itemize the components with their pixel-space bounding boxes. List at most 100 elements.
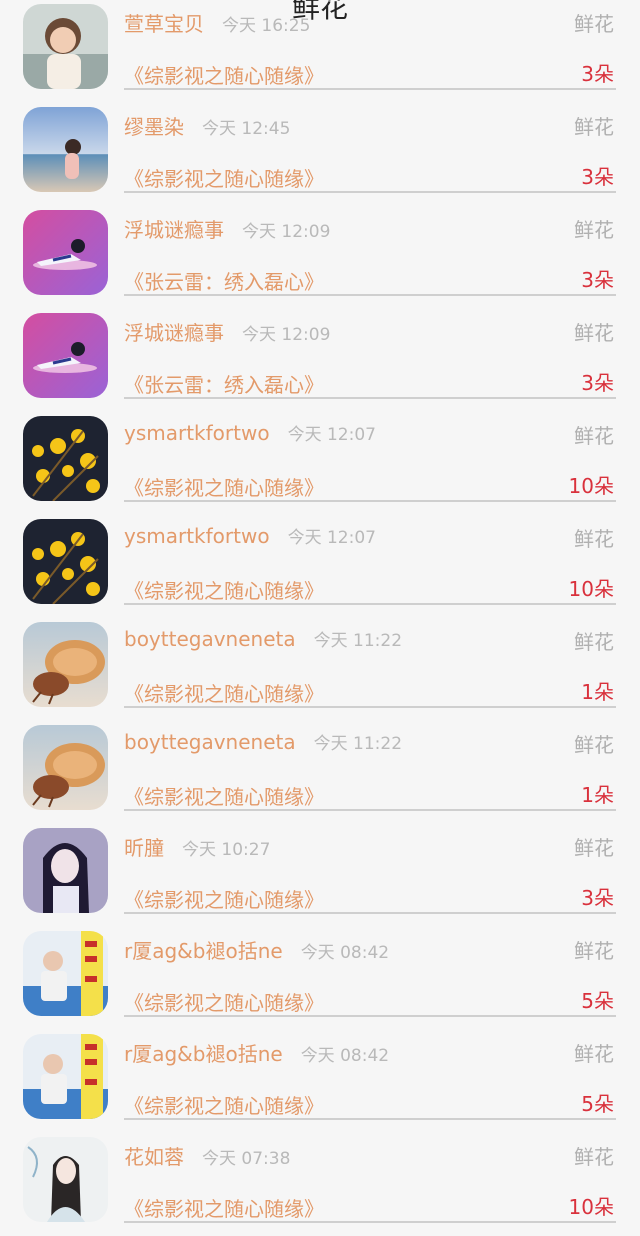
work-title-link[interactable]: 《综影视之随心随缘》 <box>124 987 324 1016</box>
timestamp: 今天 16:25 <box>222 16 311 36</box>
work-title-link[interactable]: 《张云雷：绣入磊心》 <box>124 266 324 295</box>
gift-type-label: 鲜花 <box>574 115 614 139</box>
gift-type-label: 鲜花 <box>574 1145 614 1169</box>
list-item[interactable]: 昕朣 今天 10:27 鲜花 《综影视之随心随缘》 3朵 <box>0 824 640 927</box>
work-title-link[interactable]: 《综影视之随心随缘》 <box>124 884 324 913</box>
work-title-link[interactable]: 《综影视之随心随缘》 <box>124 163 324 192</box>
sender-name[interactable]: r厦ag&b褪o括ne 今天 08:42 <box>124 1038 389 1067</box>
sender-name[interactable]: 花如蓉 今天 07:38 <box>124 1141 290 1170</box>
avatar-hermit-crab[interactable] <box>23 725 108 810</box>
list-item[interactable]: 萱草宝贝 今天 16:25 鲜花 《综影视之随心随缘》 3朵 <box>0 0 640 103</box>
sender-name[interactable]: 萱草宝贝 今天 16:25 <box>124 8 310 37</box>
sender-name-text: boyttegavneneta <box>124 627 296 651</box>
flower-count: 10朵 <box>568 474 614 498</box>
avatar-ink-painting-girl[interactable] <box>23 1137 108 1222</box>
work-title-link[interactable]: 《综影视之随心随缘》 <box>124 678 324 707</box>
gift-type-label: 鲜花 <box>574 527 614 551</box>
avatar-yellow-flowers[interactable] <box>23 519 108 604</box>
flower-count: 1朵 <box>581 680 614 704</box>
sender-name[interactable]: 浮城谜瘾事 今天 12:09 <box>124 214 330 243</box>
divider <box>124 500 616 502</box>
flower-count: 5朵 <box>581 1092 614 1116</box>
sender-name-text: r厦ag&b褪o括ne <box>124 939 283 963</box>
timestamp: 今天 12:09 <box>242 222 331 242</box>
work-title-link[interactable]: 《综影视之随心随缘》 <box>124 781 324 810</box>
sender-name-text: 昕朣 <box>124 836 164 860</box>
timestamp: 今天 12:09 <box>242 325 331 345</box>
list-item[interactable]: 浮城谜瘾事 今天 12:09 鲜花 《张云雷：绣入磊心》 3朵 <box>0 309 640 412</box>
work-title-link[interactable]: 《张云雷：绣入磊心》 <box>124 369 324 398</box>
timestamp: 今天 12:07 <box>287 425 376 445</box>
list-item[interactable]: r厦ag&b褪o括ne 今天 08:42 鲜花 《综影视之随心随缘》 5朵 <box>0 1030 640 1133</box>
avatar-anime-girl[interactable] <box>23 828 108 913</box>
divider <box>124 191 616 193</box>
gift-type-label: 鲜花 <box>574 218 614 242</box>
timestamp: 今天 11:22 <box>313 631 403 651</box>
timestamp: 今天 12:45 <box>202 119 291 139</box>
work-title-link[interactable]: 《综影视之随心随缘》 <box>124 575 324 604</box>
work-title-link[interactable]: 《综影视之随心随缘》 <box>124 472 324 501</box>
sender-name[interactable]: ysmartkfortwo 今天 12:07 <box>124 420 376 445</box>
divider <box>124 809 616 811</box>
list-item[interactable]: boyttegavneneta 今天 11:22 鲜花 《综影视之随心随缘》 1朵 <box>0 618 640 721</box>
timestamp: 今天 11:22 <box>313 734 403 754</box>
work-title-link[interactable]: 《综影视之随心随缘》 <box>124 1193 324 1222</box>
divider <box>124 706 616 708</box>
list-item[interactable]: 缪墨染 今天 12:45 鲜花 《综影视之随心随缘》 3朵 <box>0 103 640 206</box>
avatar-pink-cartoon[interactable] <box>23 210 108 295</box>
timestamp: 今天 08:42 <box>300 1046 390 1066</box>
work-title-link[interactable]: 《综影视之随心随缘》 <box>124 60 324 89</box>
sender-name-text: 花如蓉 <box>124 1145 184 1169</box>
gift-type-label: 鲜花 <box>574 1042 614 1066</box>
avatar-poster-boy[interactable] <box>23 1034 108 1119</box>
gift-type-label: 鲜花 <box>574 321 614 345</box>
divider <box>124 1221 616 1223</box>
sender-name-text: ysmartkfortwo <box>124 524 270 548</box>
sender-name[interactable]: r厦ag&b褪o括ne 今天 08:42 <box>124 935 389 964</box>
timestamp: 今天 12:07 <box>287 528 376 548</box>
flower-count: 3朵 <box>581 371 614 395</box>
avatar-hermit-crab[interactable] <box>23 622 108 707</box>
avatar-beach-girl[interactable] <box>23 107 108 192</box>
list-item[interactable]: ysmartkfortwo 今天 12:07 鲜花 《综影视之随心随缘》 10朵 <box>0 515 640 618</box>
sender-name[interactable]: ysmartkfortwo 今天 12:07 <box>124 523 376 548</box>
timestamp: 今天 07:38 <box>202 1149 291 1169</box>
sender-name[interactable]: 浮城谜瘾事 今天 12:09 <box>124 317 330 346</box>
divider <box>124 397 616 399</box>
gift-type-label: 鲜花 <box>574 630 614 654</box>
sender-name[interactable]: 昕朣 今天 10:27 <box>124 832 270 861</box>
flower-count: 3朵 <box>581 886 614 910</box>
flower-count: 3朵 <box>581 165 614 189</box>
gift-type-label: 鲜花 <box>574 424 614 448</box>
gift-type-label: 鲜花 <box>574 836 614 860</box>
flower-count: 1朵 <box>581 783 614 807</box>
gift-type-label: 鲜花 <box>574 733 614 757</box>
divider <box>124 294 616 296</box>
sender-name[interactable]: boyttegavneneta 今天 11:22 <box>124 626 402 651</box>
sender-name-text: ysmartkfortwo <box>124 421 270 445</box>
flower-count: 5朵 <box>581 989 614 1013</box>
sender-name[interactable]: 缪墨染 今天 12:45 <box>124 111 290 140</box>
timestamp: 今天 10:27 <box>182 840 271 860</box>
sender-name-text: 浮城谜瘾事 <box>124 321 224 345</box>
avatar-child-photo[interactable] <box>23 4 108 89</box>
sender-name[interactable]: boyttegavneneta 今天 11:22 <box>124 729 402 754</box>
divider <box>124 603 616 605</box>
work-title-link[interactable]: 《综影视之随心随缘》 <box>124 1090 324 1119</box>
list-item[interactable]: r厦ag&b褪o括ne 今天 08:42 鲜花 《综影视之随心随缘》 5朵 <box>0 927 640 1030</box>
avatar-yellow-flowers[interactable] <box>23 416 108 501</box>
divider <box>124 1015 616 1017</box>
gift-type-label: 鲜花 <box>574 939 614 963</box>
gift-type-label: 鲜花 <box>574 12 614 36</box>
list-item[interactable]: boyttegavneneta 今天 11:22 鲜花 《综影视之随心随缘》 1朵 <box>0 721 640 824</box>
avatar-pink-cartoon[interactable] <box>23 313 108 398</box>
flower-count: 10朵 <box>568 577 614 601</box>
sender-name-text: 萱草宝贝 <box>124 12 204 36</box>
sender-name-text: boyttegavneneta <box>124 730 296 754</box>
list-item[interactable]: 浮城谜瘾事 今天 12:09 鲜花 《张云雷：绣入磊心》 3朵 <box>0 206 640 309</box>
list-item[interactable]: ysmartkfortwo 今天 12:07 鲜花 《综影视之随心随缘》 10朵 <box>0 412 640 515</box>
list-item[interactable]: 花如蓉 今天 07:38 鲜花 《综影视之随心随缘》 10朵 <box>0 1133 640 1236</box>
divider <box>124 88 616 90</box>
sender-name-text: r厦ag&b褪o括ne <box>124 1042 283 1066</box>
avatar-poster-boy[interactable] <box>23 931 108 1016</box>
